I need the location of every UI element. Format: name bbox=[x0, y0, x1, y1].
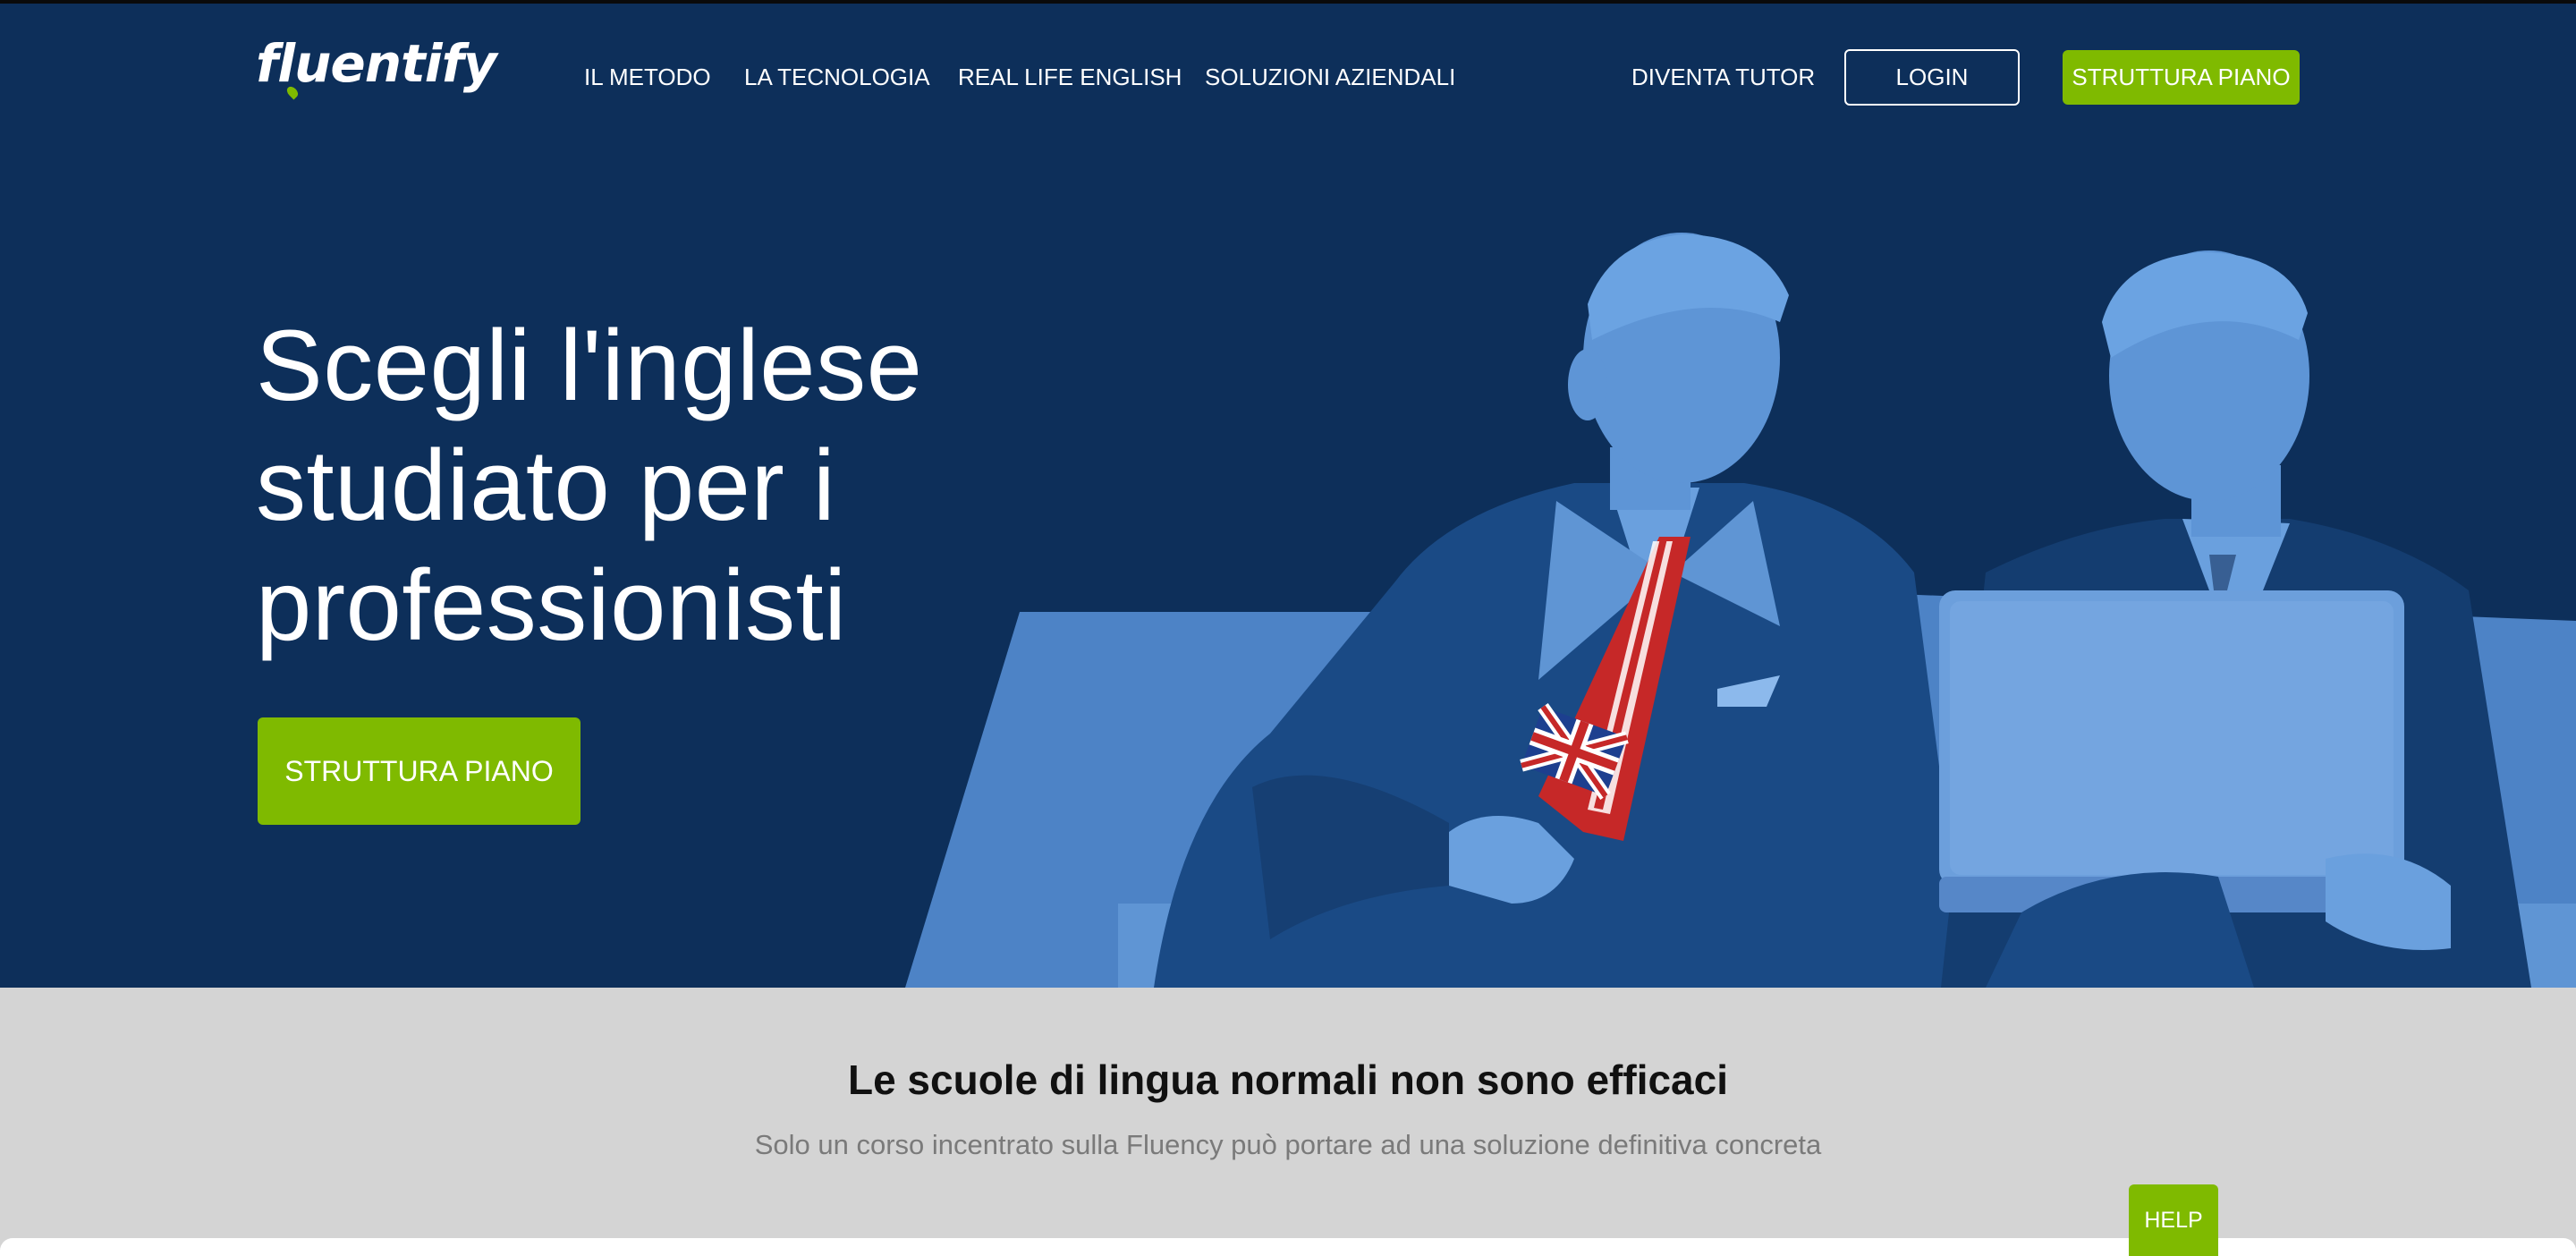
hero-title: Scegli l'inglese studiato per i professi… bbox=[256, 310, 923, 661]
help-button[interactable]: HELP bbox=[2129, 1184, 2218, 1256]
nav-item-diventa-tutor[interactable]: DIVENTA TUTOR bbox=[1631, 50, 1815, 104]
section-subtitle: Solo un corso incentrato sulla Fluency p… bbox=[754, 1129, 1822, 1160]
nav-item-la-tecnologia[interactable]: LA TECNOLOGIA bbox=[744, 50, 930, 104]
section-title: Le scuole di lingua normali non sono eff… bbox=[847, 1057, 1729, 1103]
fluentify-logo[interactable]: fluentify bbox=[256, 23, 497, 104]
nav-item-il-metodo[interactable]: IL METODO bbox=[584, 50, 711, 104]
nav-item-soluzioni-aziendali[interactable]: SOLUZIONI AZIENDALI bbox=[1205, 50, 1455, 104]
logo-text: fluentify bbox=[256, 33, 497, 94]
hero-struttura-piano-button[interactable]: STRUTTURA PIANO bbox=[258, 717, 580, 825]
login-button[interactable]: LOGIN bbox=[1844, 49, 2020, 106]
nav-struttura-piano-button[interactable]: STRUTTURA PIANO bbox=[2063, 50, 2300, 105]
hero-section: fluentify IL METODO LA TECNOLOGIA REAL L… bbox=[0, 0, 2576, 988]
nav-item-real-life-english[interactable]: REAL LIFE ENGLISH bbox=[958, 50, 1182, 104]
